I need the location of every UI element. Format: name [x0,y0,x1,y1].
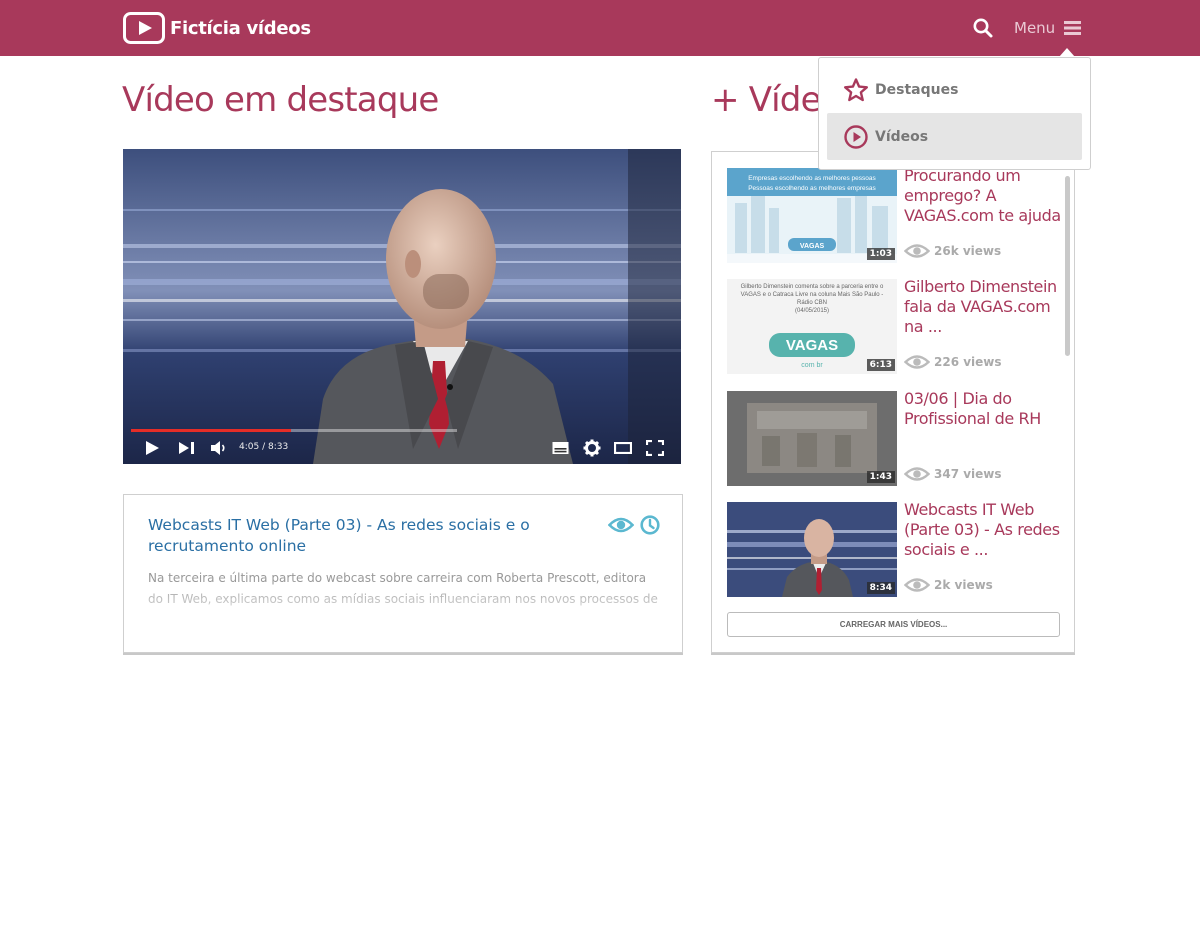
play-circle-icon [844,124,868,149]
thumb-caption: (04/05/2015) [794,308,830,314]
video-title[interactable]: 03/06 | Dia do Profissional de RH [904,389,1062,429]
video-list-item[interactable]: 1:43 03/06 | Dia do Profissional de RH 3… [727,389,1062,486]
fullscreen-icon[interactable] [646,440,664,456]
video-list-item[interactable]: Gilberto Dimenstein comenta sobre a parc… [727,277,1062,374]
thumb-logo: VAGAS [786,337,838,354]
eye-icon [904,467,930,481]
thumb-logo: VAGAS [800,243,825,250]
menu-label: Menu [1014,19,1056,37]
clock-icon[interactable] [640,515,660,535]
thumb-caption: Gilberto Dimenstein comenta sobre a parc… [740,284,884,306]
featured-description-card: Webcasts IT Web (Parte 03) - As redes so… [123,494,683,653]
star-icon [844,77,868,101]
theater-mode-icon[interactable] [614,442,632,454]
video-progress-bar[interactable] [131,429,457,432]
hamburger-icon [1064,21,1082,35]
settings-gear-icon[interactable] [583,439,601,457]
menu-item-label: Vídeos [875,128,929,145]
more-videos-panel: Empresas escolhendo as melhores pessoas … [711,151,1075,653]
menu-item-videos[interactable]: Vídeos [827,113,1082,160]
dropdown-caret [1059,48,1075,57]
video-frame [123,149,681,464]
eye-icon [904,355,930,369]
thumb-logo-sub: com br [801,362,823,369]
video-thumbnail[interactable]: Gilberto Dimenstein comenta sobre a parc… [727,279,897,374]
video-duration: 8:34 [866,582,895,594]
menu-item-destaques[interactable]: Destaques [827,66,1082,113]
views-count: 347 views [934,467,1002,481]
load-more-button[interactable]: CARREGAR MAIS VÍDEOS... [727,612,1060,637]
subtitles-icon[interactable] [552,441,569,455]
play-icon[interactable] [144,440,160,456]
video-duration: 1:43 [866,471,895,483]
views-count: 26k views [934,244,1002,258]
video-thumbnail[interactable]: 1:43 [727,391,897,486]
video-views: 26k views [904,242,1001,260]
video-views: 347 views [904,465,1002,483]
eye-icon [904,578,930,592]
video-title[interactable]: Webcasts IT Web (Parte 03) - As redes so… [904,500,1062,560]
featured-heading: Vídeo em destaque [122,80,439,120]
video-title[interactable]: Procurando um emprego? A VAGAS.com te aj… [904,166,1062,226]
views-count: 226 views [934,355,1002,369]
thumb-caption: Empresas escolhendo as melhores pessoas [748,175,876,182]
menu-dropdown: Destaques Vídeos [818,57,1091,170]
video-player[interactable] [123,149,681,464]
menu-button[interactable]: Menu [1014,16,1082,40]
video-title[interactable]: Gilberto Dimenstein fala da VAGAS.com na… [904,277,1062,337]
video-list-item[interactable]: Empresas escolhendo as melhores pessoas … [727,166,1062,263]
brand-name: Fictícia vídeos [170,17,311,39]
play-logo-icon [123,12,165,44]
top-navbar: Fictícia vídeos Menu [0,0,1200,56]
thumb-caption: Pessoas escolhendo as melhores empresas [748,185,876,192]
video-progress-fill [131,429,291,432]
video-views: 226 views [904,353,1002,371]
description-fade [124,590,682,630]
brand-logo[interactable]: Fictícia vídeos [123,12,311,44]
eye-icon [904,244,930,258]
scrollbar[interactable] [1065,176,1070,356]
video-duration: 6:13 [866,359,895,371]
next-icon[interactable] [178,441,196,455]
video-duration: 1:03 [866,248,895,260]
eye-icon[interactable] [608,515,634,535]
video-list-item[interactable]: 8:34 Webcasts IT Web (Parte 03) - As red… [727,500,1062,597]
video-thumbnail[interactable]: 8:34 [727,502,897,597]
menu-item-label: Destaques [875,81,959,98]
volume-icon[interactable] [210,440,228,456]
video-time: 4:05 / 8:33 [239,442,289,452]
video-thumbnail[interactable]: Empresas escolhendo as melhores pessoas … [727,168,897,263]
search-icon[interactable] [972,17,994,39]
views-count: 2k views [934,578,993,592]
video-views: 2k views [904,576,993,594]
featured-video-title[interactable]: Webcasts IT Web (Parte 03) - As redes so… [148,515,598,557]
